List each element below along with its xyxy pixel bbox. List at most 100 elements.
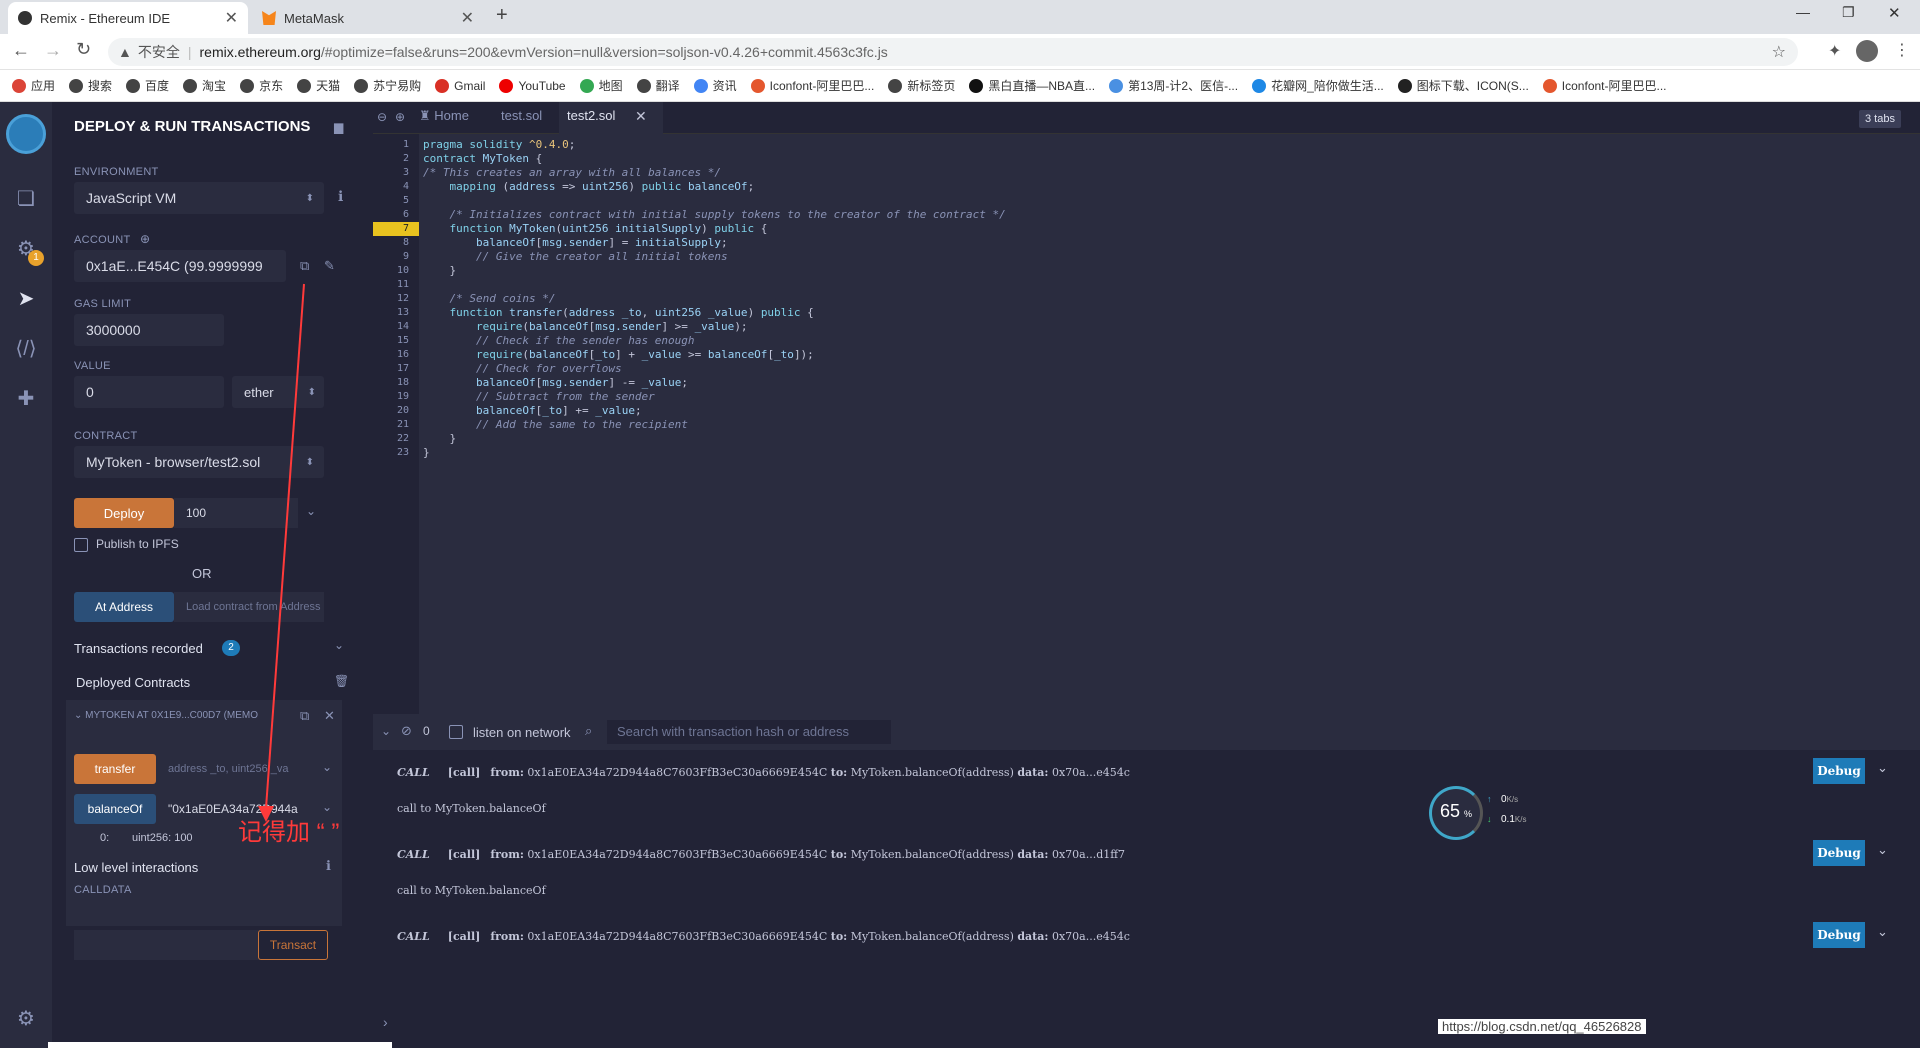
reload-icon[interactable]: ↻ [76,39,91,60]
bookmark-favicon-icon [888,78,903,93]
bookmarks-bar: 应用 搜索 百度 淘宝 京东 天猫 苏宁易购 Gmail YouTube 地图 翻译 资讯 Iconfo… [0,70,1920,102]
remix-app: ❏ ⚙ 1 ➤ ⟨/⟩ ✚ ⚙ DEPLOY & RUN TRANSACTION… [0,102,1920,1048]
bookmark-item[interactable]: 百度 [126,77,169,94]
code-line: /* Send coins */ [423,292,556,305]
close-window-icon[interactable]: ✕ [1888,4,1901,22]
bookmark-item[interactable]: 资讯 [693,77,737,94]
code-editor[interactable]: pragma solidity ^0.4.0; contract MyToken … [423,134,1913,714]
bookmark-label: 京东 [259,79,284,93]
close-icon[interactable]: ✕ [635,108,647,125]
bookmark-label: 资讯 [712,79,737,93]
bookmark-item[interactable]: 地图 [579,77,623,94]
remix-favicon-icon [18,11,32,25]
bookmark-label: 黑白直播—NBA直... [988,79,1096,93]
bookmark-item[interactable]: 新标签页 [888,77,955,94]
terminal-search-input[interactable]: Search with transaction hash or address [607,720,891,744]
chevron-down-icon[interactable]: ⌄ [1877,760,1888,776]
bookmark-item[interactable]: 京东 [240,77,283,94]
terminal-call-entry[interactable]: CALL [call] from: 0x1aE0EA34a72D944a8C7603… [397,930,1130,943]
bookmark-label: 淘宝 [202,79,227,93]
zoom-out-icon[interactable]: ⊖ [377,110,387,124]
bookmark-label: 地图 [598,79,623,93]
close-tab-icon[interactable]: ✕ [461,8,474,28]
code-line: function MyToken(uint256 initialSupply) … [449,222,768,235]
pending-count: 0 [423,724,430,738]
bookmark-favicon-icon [1252,78,1267,93]
remix-logo[interactable] [6,114,46,154]
bookmark-item[interactable]: Iconfont-阿里巴巴... [1542,77,1667,94]
bookmark-favicon-icon [1397,78,1412,93]
new-tab-button[interactable]: + [496,4,508,27]
browser-tab-bar: Remix - Ethereum IDE ✕ MetaMask ✕ + — ❐ … [0,0,1920,34]
deploy-run-icon[interactable]: ➤ [13,286,39,312]
code-line: // Check for overflows [423,362,622,375]
clear-icon[interactable]: ⊘ [401,723,412,739]
gauge-percent: 65 [1440,801,1461,821]
debug-button[interactable]: Debug [1813,758,1865,784]
bookmark-item[interactable]: 应用 [12,77,55,94]
bookmark-label: Iconfont-阿里巴巴... [769,79,875,93]
debug-button[interactable]: Debug [1813,840,1865,866]
bookmark-item[interactable]: 图标下载、ICON(S... [1397,77,1529,94]
debugger-icon[interactable]: ⟨/⟩ [13,336,39,362]
listen-checkbox[interactable] [449,725,463,739]
bookmark-item[interactable]: Gmail [435,78,485,93]
terminal-call-entry[interactable]: CALL [call] from: 0x1aE0EA34a72D944a8C7603… [397,848,1125,861]
tab-home[interactable]: ♜ Home [419,108,469,124]
bookmark-item[interactable]: 天猫 [297,77,340,94]
line-number: 22 [396,433,409,444]
bookmark-favicon-icon [354,78,369,93]
bookmark-item[interactable]: 第13周-计2、医信-... [1109,77,1238,94]
chevron-down-icon[interactable]: ⌄ [1877,842,1888,858]
debug-button[interactable]: Debug [1813,922,1865,948]
bookmark-favicon-icon [1109,78,1124,93]
close-tab-icon[interactable]: ✕ [225,8,238,28]
percent-sign: % [1464,809,1473,819]
forward-icon[interactable]: → [44,40,62,61]
star-icon[interactable]: ☆ [1772,42,1786,62]
tab-metamask[interactable]: MetaMask ✕ [252,2,484,34]
tab-remix[interactable]: Remix - Ethereum IDE ✕ [8,2,248,34]
bookmark-item[interactable]: YouTube [499,78,566,93]
bookmark-item[interactable]: 淘宝 [183,77,226,94]
tab-test2-sol[interactable]: test2.sol ✕ [559,102,663,134]
line-number: 12 [396,293,409,304]
warning-icon: ▲ [118,44,132,60]
code-line: } [423,264,457,277]
bookmark-label: 花瓣网_陪你做生活... [1271,79,1384,93]
performance-gauge: 65 % [1429,786,1483,840]
bookmark-item[interactable]: Iconfont-阿里巴巴... [750,77,875,94]
profile-avatar[interactable] [1856,40,1878,62]
menu-icon[interactable]: ⋮ [1894,40,1910,60]
line-number: 9 [402,251,409,262]
icon-panel: ❏ ⚙ 1 ➤ ⟨/⟩ ✚ ⚙ [0,102,52,1048]
code-line: balanceOf[_to] += _value; [475,404,642,417]
minimize-icon[interactable]: — [1796,4,1810,20]
line-number: 16 [396,349,409,360]
bookmark-item[interactable]: 苏宁易购 [354,77,421,94]
line-number: 8 [402,237,409,248]
terminal-note: call to MyToken.balanceOf [397,802,546,815]
chevron-down-icon[interactable]: ⌄ [1877,924,1888,940]
address-bar[interactable]: ▲ 不安全 | remix.ethereum.org /#optimize=fa… [108,38,1798,66]
zoom-in-icon[interactable]: ⊕ [395,110,405,124]
extensions-icon[interactable]: ✦ [1828,41,1841,61]
maximize-icon[interactable]: ❐ [1842,4,1855,21]
upload-icon: ↑ [1487,794,1492,804]
bookmark-item[interactable]: 黑白直播—NBA直... [969,77,1095,94]
bookmark-label: 翻译 [655,79,680,93]
security-label: 不安全 [137,44,180,60]
file-explorer-icon[interactable]: ❏ [13,186,39,212]
bookmark-favicon-icon [636,78,651,93]
tab-test-sol[interactable]: test.sol [501,108,542,123]
tab-count-button[interactable]: 3 tabs [1859,110,1901,128]
bookmark-item[interactable]: 搜索 [69,77,112,94]
terminal-call-entry[interactable]: CALL [call] from: 0x1aE0EA34a72D944a8C7603… [397,766,1130,779]
plugin-manager-icon[interactable]: ✚ [13,386,39,412]
bookmark-item[interactable]: 翻译 [636,77,680,94]
settings-icon[interactable]: ⚙ [13,1006,39,1032]
back-icon[interactable]: ← [12,40,30,61]
collapse-icon[interactable]: ⌄ [381,724,391,738]
bookmark-item[interactable]: 花瓣网_陪你做生活... [1252,77,1384,94]
bookmark-favicon-icon [693,78,708,93]
